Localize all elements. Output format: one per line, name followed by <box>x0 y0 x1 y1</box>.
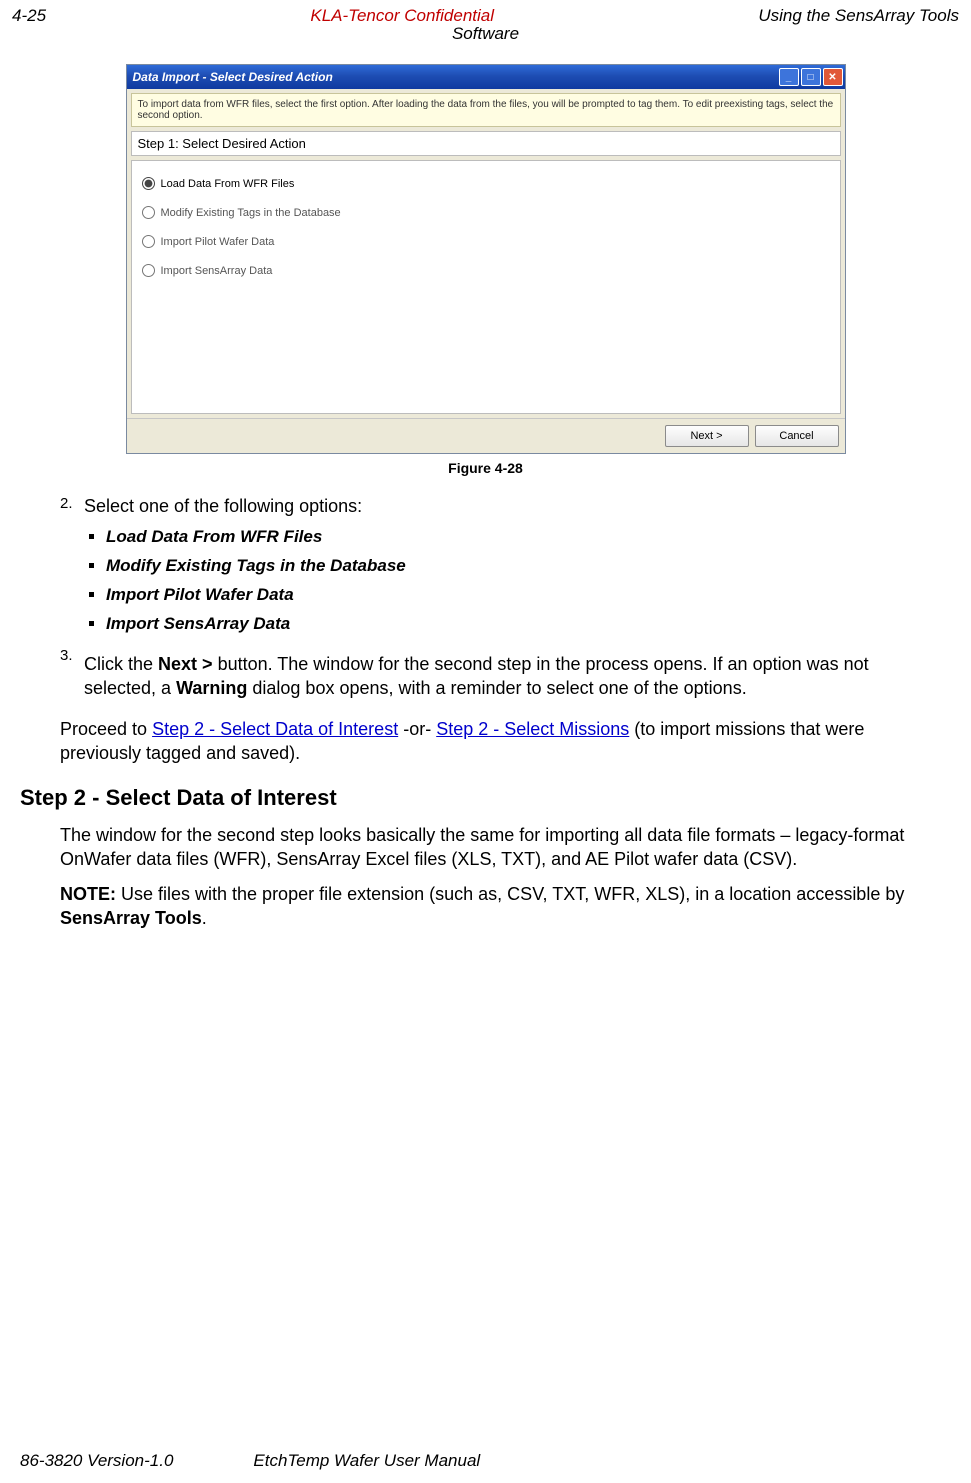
option-label: Import SensArray Data <box>161 265 273 277</box>
item-text: Select one of the following options: <box>84 494 362 518</box>
numbered-item-3: 3. Click the Next > button. The window f… <box>60 646 941 711</box>
body-content: 2. Select one of the following options: … <box>0 476 971 930</box>
option-import-sensarray[interactable]: Import SensArray Data <box>142 264 830 277</box>
dialog-options: Load Data From WFR Files Modify Existing… <box>131 160 841 414</box>
page-header: 4-25 KLA-Tencor Confidential Using the S… <box>0 0 971 26</box>
maximize-icon[interactable]: □ <box>801 68 821 86</box>
step2-paragraph: The window for the second step looks bas… <box>60 823 941 872</box>
next-label-bold: Next > <box>158 654 213 674</box>
doc-title: EtchTemp Wafer User Manual <box>253 1451 480 1471</box>
bullet-item: Load Data From WFR Files <box>106 526 941 549</box>
dialog-window: Data Import - Select Desired Action _ □ … <box>126 64 846 454</box>
section-title: Using the SensArray Tools <box>758 6 959 26</box>
note-label: NOTE: <box>60 884 116 904</box>
close-icon[interactable]: ✕ <box>823 68 843 86</box>
link-select-data[interactable]: Step 2 - Select Data of Interest <box>152 719 398 739</box>
link-select-missions[interactable]: Step 2 - Select Missions <box>436 719 629 739</box>
option-modify-tags[interactable]: Modify Existing Tags in the Database <box>142 206 830 219</box>
radio-import-sensarray[interactable] <box>142 264 155 277</box>
option-label: Import Pilot Wafer Data <box>161 236 275 248</box>
window-buttons: _ □ ✕ <box>779 68 843 86</box>
numbered-item-2: 2. Select one of the following options: <box>60 494 941 518</box>
dialog-step-heading: Step 1: Select Desired Action <box>131 131 841 156</box>
bullet-item: Import SensArray Data <box>106 613 941 636</box>
figure-caption: Figure 4-28 <box>126 460 846 476</box>
minimize-icon[interactable]: _ <box>779 68 799 86</box>
radio-modify-tags[interactable] <box>142 206 155 219</box>
option-label: Load Data From WFR Files <box>161 178 295 190</box>
radio-import-pilot[interactable] <box>142 235 155 248</box>
option-label: Modify Existing Tags in the Database <box>161 207 341 219</box>
radio-load-wfr[interactable] <box>142 177 155 190</box>
dialog-titlebar: Data Import - Select Desired Action _ □ … <box>127 65 845 89</box>
figure-wrap: Data Import - Select Desired Action _ □ … <box>126 64 846 476</box>
option-load-wfr[interactable]: Load Data From WFR Files <box>142 177 830 190</box>
note-paragraph: NOTE: Use files with the proper file ext… <box>60 882 941 931</box>
sensarray-tools-bold: SensArray Tools <box>60 908 202 928</box>
header-subtitle: Software <box>0 24 971 44</box>
item-number: 2. <box>60 494 78 518</box>
option-import-pilot[interactable]: Import Pilot Wafer Data <box>142 235 830 248</box>
option-bullets: Load Data From WFR Files Modify Existing… <box>106 526 941 636</box>
confidential-label: KLA-Tencor Confidential <box>46 6 758 26</box>
doc-version: 86-3820 Version-1.0 <box>20 1451 173 1471</box>
next-button[interactable]: Next > <box>665 425 749 447</box>
bullet-item: Modify Existing Tags in the Database <box>106 555 941 578</box>
cancel-button[interactable]: Cancel <box>755 425 839 447</box>
dialog-info: To import data from WFR files, select th… <box>131 93 841 127</box>
page-number: 4-25 <box>12 6 46 26</box>
proceed-paragraph: Proceed to Step 2 - Select Data of Inter… <box>60 717 941 766</box>
page-footer: 86-3820 Version-1.0 EtchTemp Wafer User … <box>0 1451 971 1471</box>
step2-heading: Step 2 - Select Data of Interest <box>20 783 941 813</box>
item-text: Click the Next > button. The window for … <box>84 652 941 701</box>
dialog-title: Data Import - Select Desired Action <box>133 70 333 84</box>
item-number: 3. <box>60 646 78 711</box>
bullet-item: Import Pilot Wafer Data <box>106 584 941 607</box>
dialog-footer: Next > Cancel <box>127 418 845 453</box>
warning-label-bold: Warning <box>176 678 247 698</box>
